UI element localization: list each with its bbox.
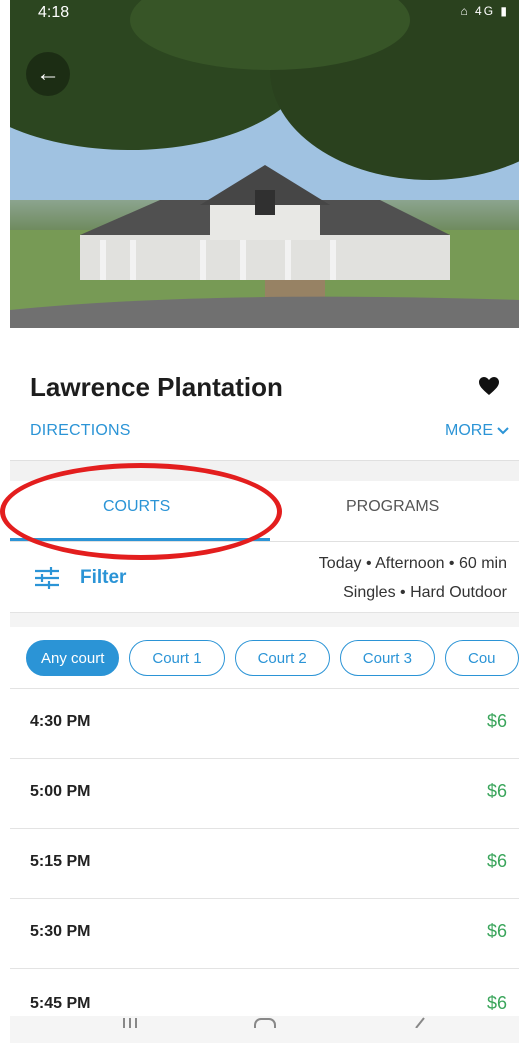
back-nav-button[interactable]	[390, 1016, 450, 1043]
slot-price: $6	[486, 921, 507, 941]
venue-hero-image	[10, 0, 519, 328]
home-button[interactable]	[235, 1016, 295, 1043]
status-bar: 4:18 ⌂ 4G ▮	[10, 0, 519, 30]
chips-band	[10, 613, 519, 627]
slot-price: $6	[486, 711, 507, 731]
directions-link[interactable]: DIRECTIONS	[30, 422, 131, 440]
system-nav-bar	[10, 1016, 519, 1043]
filter-summary-line1: Today • Afternoon • 60 min	[318, 555, 507, 572]
slot-time: 5:15 PM	[30, 853, 91, 870]
arrow-left-icon: ←	[36, 60, 60, 87]
court-chips: Any court Court 1 Court 2 Court 3 Cou	[26, 640, 519, 678]
filter-button[interactable]	[34, 566, 60, 590]
status-icons: ⌂ 4G ▮	[460, 4, 509, 18]
slot-price: $6	[486, 993, 507, 1013]
tab-courts[interactable]: COURTS	[103, 498, 170, 516]
heart-icon	[479, 377, 499, 395]
recents-icon	[123, 1018, 137, 1028]
more-label: MORE	[445, 422, 493, 439]
time-slot-row[interactable]: 5:45 PM $6	[10, 969, 519, 1016]
tabs-divider	[10, 541, 519, 542]
back-button[interactable]: ←	[26, 52, 70, 96]
court-chips-scroller[interactable]: Any court Court 1 Court 2 Court 3 Cou	[0, 636, 519, 682]
tab-programs[interactable]: PROGRAMS	[346, 498, 439, 516]
chip-court-4[interactable]: Cou	[444, 640, 519, 676]
venue-title: Lawrence Plantation	[30, 372, 283, 402]
slot-time: 4:30 PM	[30, 713, 91, 730]
filter-label[interactable]: Filter	[80, 567, 126, 589]
filter-summary-line2: Singles • Hard Outdoor	[343, 584, 507, 601]
recent-apps-button[interactable]	[100, 1016, 160, 1043]
chevron-left-icon	[415, 1017, 425, 1028]
time-slot-row[interactable]: 4:30 PM $6	[10, 689, 519, 759]
time-slot-row[interactable]: 5:00 PM $6	[10, 759, 519, 829]
section-divider	[10, 460, 519, 481]
time-slot-row[interactable]: 5:15 PM $6	[10, 829, 519, 899]
chip-court-1[interactable]: Court 1	[129, 640, 225, 676]
slot-time: 5:45 PM	[30, 995, 91, 1012]
slot-time: 5:00 PM	[30, 783, 91, 800]
more-link[interactable]: MORE	[445, 422, 509, 440]
favorite-button[interactable]	[477, 374, 501, 398]
chip-any-court[interactable]: Any court	[26, 640, 120, 676]
slot-time: 5:30 PM	[30, 923, 91, 940]
chip-court-3[interactable]: Court 3	[339, 640, 435, 676]
chevron-down-icon	[497, 427, 509, 435]
chip-court-2[interactable]: Court 2	[234, 640, 330, 676]
house-illustration	[10, 0, 519, 328]
status-time: 4:18	[38, 4, 70, 21]
slot-price: $6	[486, 781, 507, 801]
time-slot-row[interactable]: 5:30 PM $6	[10, 899, 519, 969]
sliders-icon	[35, 567, 59, 589]
home-icon	[254, 1018, 276, 1028]
slot-price: $6	[486, 851, 507, 871]
